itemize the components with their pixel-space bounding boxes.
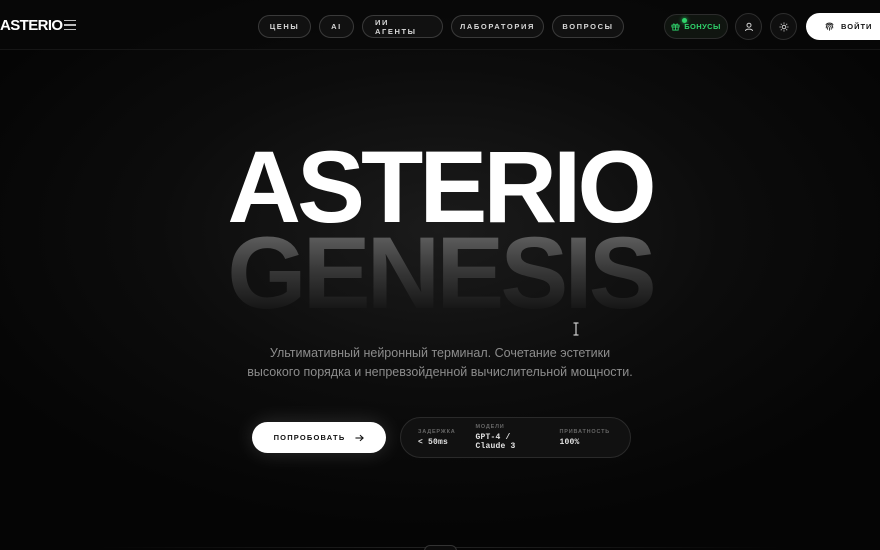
login-label: ВОЙТИ (841, 22, 873, 31)
nav-item-ai-agents[interactable]: ИИ АГЕНТЫ (362, 15, 443, 38)
stat-label: МОДЕЛИ (475, 424, 505, 430)
stat-label: ПРИВАТНОСТЬ (559, 428, 610, 435)
theme-toggle-button[interactable] (770, 13, 797, 40)
notification-dot (682, 18, 687, 23)
main-nav: ЦЕНЫ AI ИИ АГЕНТЫ ЛАБОРАТОРИЯ ВОПРОСЫ (258, 15, 624, 38)
top-navigation-bar: ASTERIO ЦЕНЫ AI ИИ АГЕНТЫ ЛАБОРАТОРИЯ ВО… (0, 0, 880, 50)
site-logo[interactable]: ASTERIO (0, 17, 63, 34)
try-button[interactable]: ПОПРОБОВАТЬ (252, 422, 386, 453)
stat-models: МОДЕЛИ GPT-4 / Claude 3 (476, 424, 540, 451)
arrow-right-icon (355, 434, 365, 441)
nav-item-ai[interactable]: AI (319, 15, 354, 38)
stats-panel: ЗАДЕРЖКА < 50ms МОДЕЛИ GPT-4 / Claude 3 … (400, 417, 631, 458)
nav-item-laboratory[interactable]: ЛАБОРАТОРИЯ (451, 15, 544, 38)
hero-subtitle-line2: высокого порядка и непревзойденной вычис… (247, 365, 633, 379)
nav-item-questions[interactable]: ВОПРОСЫ (552, 15, 624, 38)
nav-item-prices[interactable]: ЦЕНЫ (258, 15, 311, 38)
stat-value: GPT-4 / Claude 3 (475, 433, 516, 451)
bonus-button[interactable]: БОНУСЫ (664, 14, 728, 39)
stat-value: < 50ms (418, 437, 449, 447)
hamburger-menu-icon[interactable] (64, 20, 76, 30)
hero-title-line2: GENESIS (0, 222, 880, 324)
stat-label: ЗАДЕРЖКА (418, 428, 456, 435)
scroll-indicator[interactable] (424, 545, 457, 550)
fingerprint-icon (825, 22, 834, 31)
profile-button[interactable] (735, 13, 762, 40)
hero-subtitle-line1: Ультимативный нейронный терминал. Сочета… (269, 346, 611, 360)
text-cursor-icon (573, 322, 579, 336)
hero-subtitle: Ультимативный нейронный терминал. Сочета… (0, 344, 880, 382)
stat-privacy: ПРИВАТНОСТЬ 100% (559, 429, 610, 447)
login-button[interactable]: ВОЙТИ (806, 13, 880, 40)
try-button-label: ПОПРОБОВАТЬ (273, 433, 346, 442)
user-icon (744, 22, 753, 31)
stat-value: 100% (559, 437, 580, 447)
sun-icon (779, 22, 788, 31)
bonus-label: БОНУСЫ (684, 22, 721, 31)
gift-icon (671, 23, 680, 31)
stat-latency: ЗАДЕРЖКА < 50ms (418, 429, 456, 447)
